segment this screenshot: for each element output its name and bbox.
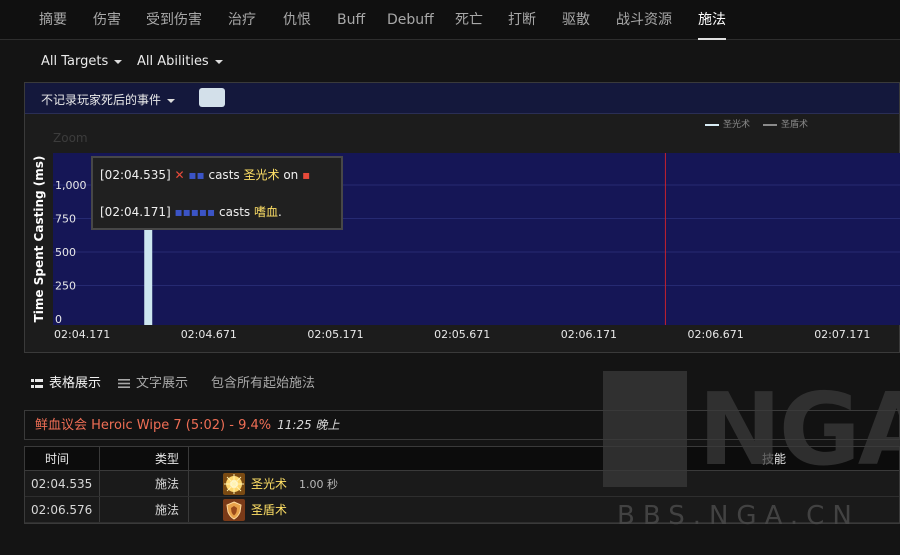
redacted-player-name: ▪▪ <box>188 168 205 182</box>
column-divider <box>188 471 189 496</box>
y-tick-label: 500 <box>55 246 76 259</box>
tooltip-timestamp: [02:04.171] <box>100 205 171 219</box>
y-axis-label: Time Spent Casting (ms) <box>32 156 46 323</box>
tab-damage-taken[interactable]: 受到伤害 <box>146 0 202 40</box>
ability-name[interactable]: 圣光术 <box>251 475 287 492</box>
x-tick-label: 02:07.171 <box>814 328 870 341</box>
tab-casts[interactable]: 施法 <box>698 0 726 40</box>
casts-chart-panel: 不记录玩家死后的事件 Zoom 圣光术 圣盾术 0 250 500 750 1,000 … <box>24 82 900 353</box>
table-view-label: 表格展示 <box>49 376 102 391</box>
watermark-brand: NGA <box>698 371 900 488</box>
column-divider <box>188 497 189 522</box>
tooltip-timestamp: [02:04.535] <box>100 168 171 182</box>
caret-down-icon <box>114 59 123 64</box>
cast-time-cell: 02:06.576 <box>31 502 93 517</box>
column-divider <box>99 447 100 470</box>
close-x-icon: ✕ <box>174 168 185 182</box>
caret-down-icon <box>214 59 223 64</box>
text-view-label: 文字展示 <box>136 376 189 391</box>
paw-logo-icon <box>603 371 687 487</box>
tooltip-spell: 嗜血 <box>254 205 279 219</box>
fight-name: 鲜血议会 Heroic Wipe 7 (5:02) - 9.4% <box>35 418 272 433</box>
watermark-url: BBS.NGA.CN <box>617 501 860 531</box>
include-begin-casts-toggle[interactable]: 包含所有起始施法 <box>211 372 315 391</box>
tab-healing[interactable]: 治疗 <box>228 0 256 40</box>
targets-dropdown[interactable]: All Targets <box>41 54 123 69</box>
tab-summary[interactable]: 摘要 <box>39 0 67 40</box>
tab-buffs[interactable]: Buff <box>337 0 365 40</box>
tooltip-prep: on <box>283 168 299 182</box>
x-tick-label: 02:05.671 <box>434 328 490 341</box>
tab-resources[interactable]: 战斗资源 <box>616 0 672 40</box>
divine-shield-icon <box>223 498 245 521</box>
column-divider <box>99 497 100 522</box>
holy-light-icon <box>223 472 245 495</box>
ability-cell: 圣盾术 <box>223 497 299 522</box>
y-tick-label: 250 <box>55 280 76 293</box>
fight-time: 11:25 晚上 <box>277 418 340 432</box>
tab-dispels[interactable]: 驱散 <box>562 0 590 40</box>
redacted-player-name: ▪▪▪▪▪ <box>174 205 216 219</box>
y-tick-label: 0 <box>55 313 62 326</box>
grid-icon <box>31 379 43 388</box>
tab-debuffs[interactable]: Debuff <box>387 0 434 40</box>
redacted-target-name: ▪ <box>302 168 311 182</box>
y-tick-label: 750 <box>55 213 76 226</box>
abilities-dropdown[interactable]: All Abilities <box>137 54 223 69</box>
targets-label: All Targets <box>41 54 109 69</box>
list-icon <box>118 379 130 388</box>
x-tick-label: 02:05.171 <box>307 328 363 341</box>
cast-type-cell: 施法 <box>155 503 180 517</box>
tooltip-verb: casts <box>219 205 251 219</box>
watermark: NGA BBS.NGA.CN <box>603 371 900 531</box>
col-header-type[interactable]: 类型 <box>155 447 179 470</box>
ability-cell: 圣光术 1.00 秒 <box>223 471 338 496</box>
ability-name[interactable]: 圣盾术 <box>251 501 287 518</box>
report-tabs: 摘要 伤害 受到伤害 治疗 仇恨 Buff Debuff 死亡 打断 驱散 战斗… <box>0 0 900 40</box>
ability-cast-time: 1.00 秒 <box>299 477 339 491</box>
abilities-label: All Abilities <box>137 54 209 69</box>
y-tick-label: 1,000 <box>55 179 87 192</box>
column-divider <box>99 471 100 496</box>
tooltip-line-1: [02:04.535] ✕ ▪▪ casts 圣光术 on ▪ <box>100 166 310 183</box>
cast-type-cell: 施法 <box>155 477 180 491</box>
column-divider <box>188 447 189 470</box>
x-tick-label: 02:04.171 <box>54 328 110 341</box>
text-view-button[interactable]: 文字展示 <box>118 372 188 391</box>
cast-time-cell: 02:04.535 <box>31 476 93 491</box>
x-tick-label: 02:04.671 <box>181 328 237 341</box>
tab-interrupts[interactable]: 打断 <box>508 0 536 40</box>
table-view-button[interactable]: 表格展示 <box>31 372 101 391</box>
x-tick-label: 02:06.171 <box>561 328 617 341</box>
tab-damage-done[interactable]: 伤害 <box>93 0 121 40</box>
x-tick-label: 02:06.671 <box>688 328 744 341</box>
tooltip-line-2: [02:04.171] ▪▪▪▪▪ casts 嗜血. <box>100 203 282 220</box>
tab-deaths[interactable]: 死亡 <box>455 0 483 40</box>
tab-threat[interactable]: 仇恨 <box>283 0 311 40</box>
tooltip-verb: casts <box>208 168 240 182</box>
tooltip-spell: 圣光术 <box>243 168 280 182</box>
tooltip-period: . <box>278 205 282 219</box>
cast-tooltip: [02:04.535] ✕ ▪▪ casts 圣光术 on ▪ [02:04.1… <box>91 156 343 230</box>
col-header-time[interactable]: 时间 <box>45 447 69 470</box>
